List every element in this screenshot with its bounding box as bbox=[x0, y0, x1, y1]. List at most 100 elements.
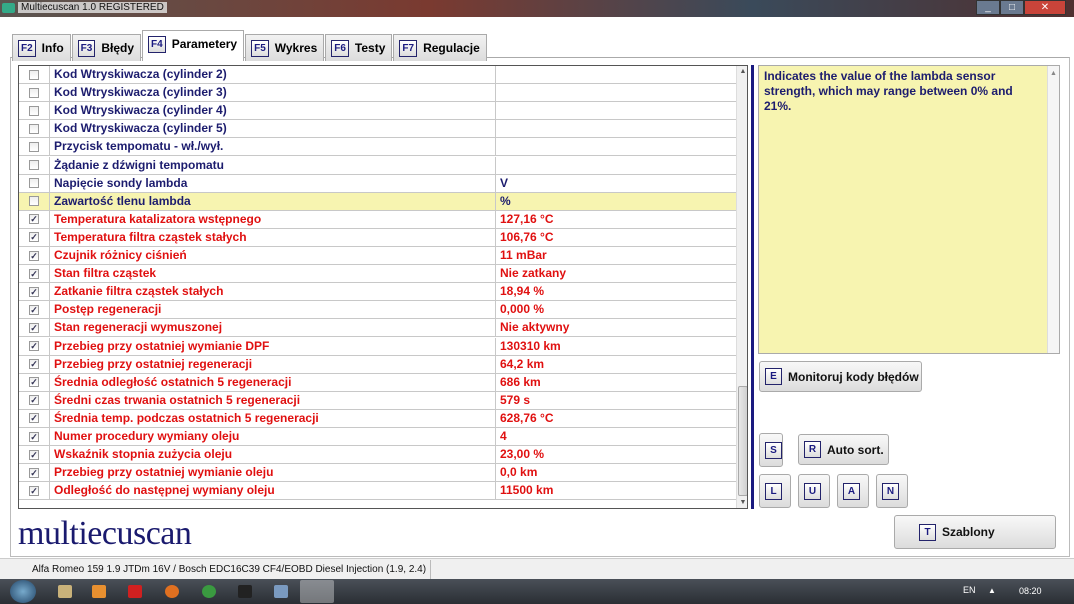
chrome-icon[interactable] bbox=[202, 585, 216, 598]
parameter-value: % bbox=[500, 193, 511, 208]
row-checkbox[interactable]: ✓ bbox=[19, 337, 50, 355]
description-scrollbar[interactable]: ▲ bbox=[1047, 66, 1059, 353]
row-checkbox[interactable]: ✓ bbox=[19, 265, 50, 283]
table-row[interactable]: Zawartość tlenu lambda % bbox=[19, 192, 736, 211]
row-checkbox[interactable] bbox=[19, 156, 50, 174]
templates-button[interactable]: T Szablony bbox=[894, 515, 1056, 549]
tab-label: Regulacje bbox=[423, 41, 480, 55]
table-scrollbar[interactable]: ▲ ▼ bbox=[736, 66, 747, 508]
row-checkbox[interactable]: ✓ bbox=[19, 373, 50, 391]
table-row[interactable]: ✓ Przebieg przy ostatniej wymianie DPF 1… bbox=[19, 337, 736, 356]
table-row[interactable]: ✓ Temperatura filtra cząstek stałych 106… bbox=[19, 228, 736, 247]
parameter-value bbox=[496, 84, 736, 101]
table-row[interactable]: Żądanie z dźwigni tempomatu bbox=[19, 156, 736, 175]
row-checkbox[interactable] bbox=[19, 102, 50, 120]
key-hint: A bbox=[843, 482, 860, 500]
row-checkbox[interactable]: ✓ bbox=[19, 464, 50, 482]
table-row[interactable]: ✓ Numer procedury wymiany oleju 4 bbox=[19, 428, 736, 447]
row-checkbox[interactable]: ✓ bbox=[19, 283, 50, 301]
clock[interactable]: 08:20 bbox=[1019, 586, 1042, 596]
parameter-name: Temperatura katalizatora wstępnego bbox=[50, 210, 496, 228]
scroll-down-icon[interactable]: ▼ bbox=[737, 499, 747, 506]
row-checkbox[interactable]: ✓ bbox=[19, 247, 50, 265]
auto-sort-button[interactable]: R Auto sort. bbox=[798, 434, 889, 465]
table-row[interactable]: ✓ Średnia temp. podczas ostatnich 5 rege… bbox=[19, 409, 736, 428]
parameter-name: Przebieg przy ostatniej regeneracji bbox=[50, 355, 496, 373]
parameter-value: 11 mBar bbox=[500, 248, 547, 262]
tab-label: Testy bbox=[354, 41, 386, 55]
s-button[interactable]: S bbox=[759, 433, 783, 467]
table-row[interactable]: Kod Wtryskiwacza (cylinder 3) bbox=[19, 84, 736, 103]
app-icon-2[interactable] bbox=[274, 585, 288, 598]
tab-testy[interactable]: F6 Testy bbox=[325, 34, 393, 61]
parameter-value: 4 bbox=[500, 429, 507, 443]
row-checkbox[interactable] bbox=[19, 84, 50, 102]
table-row[interactable]: ✓ Postęp regeneracji 0,000 % bbox=[19, 301, 736, 320]
parameter-name: Przebieg przy ostatniej wymianie DPF bbox=[50, 337, 496, 355]
row-checkbox[interactable] bbox=[19, 120, 50, 138]
table-row[interactable]: ✓ Średnia odległość ostatnich 5 regenera… bbox=[19, 373, 736, 392]
parameter-name: Średni czas trwania ostatnich 5 regenera… bbox=[50, 391, 496, 409]
row-checkbox[interactable]: ✓ bbox=[19, 210, 50, 228]
table-row[interactable]: Przycisk tempomatu - wł./wył. bbox=[19, 138, 736, 157]
maximize-button[interactable]: □ bbox=[1000, 0, 1024, 15]
explorer-icon[interactable] bbox=[58, 585, 72, 598]
table-row[interactable]: ✓ Temperatura katalizatora wstępnego 127… bbox=[19, 210, 736, 229]
table-row[interactable]: ✓ Przebieg przy ostatniej wymianie oleju… bbox=[19, 464, 736, 483]
table-row[interactable]: ✓ Zatkanie filtra cząstek stałych 18,94 … bbox=[19, 283, 736, 302]
scroll-up-icon[interactable]: ▲ bbox=[737, 68, 747, 75]
table-row[interactable]: Napięcie sondy lambda V bbox=[19, 174, 736, 193]
title-bar: Multiecuscan 1.0 REGISTERED _ □ ✕ bbox=[0, 0, 1074, 17]
scroll-thumb[interactable] bbox=[738, 386, 747, 496]
row-checkbox[interactable]: ✓ bbox=[19, 428, 50, 446]
row-checkbox[interactable]: ✓ bbox=[19, 228, 50, 246]
table-row[interactable]: Kod Wtryskiwacza (cylinder 4) bbox=[19, 102, 736, 121]
multiecuscan-taskbar-button[interactable] bbox=[300, 580, 334, 603]
table-row[interactable]: ✓ Czujnik różnicy ciśnień 11 mBar bbox=[19, 247, 736, 266]
tray-expand-icon[interactable]: ▲ bbox=[988, 586, 996, 595]
row-checkbox[interactable]: ✓ bbox=[19, 319, 50, 337]
row-checkbox[interactable]: ✓ bbox=[19, 391, 50, 409]
row-checkbox[interactable]: ✓ bbox=[19, 482, 50, 500]
row-checkbox[interactable] bbox=[19, 66, 50, 84]
parameter-name: Średnia odległość ostatnich 5 regeneracj… bbox=[50, 373, 496, 391]
table-row[interactable]: ✓ Odległość do następnej wymiany oleju 1… bbox=[19, 482, 736, 501]
table-row[interactable]: Kod Wtryskiwacza (cylinder 2) bbox=[19, 66, 736, 85]
row-checkbox[interactable] bbox=[19, 174, 50, 192]
row-checkbox[interactable]: ✓ bbox=[19, 301, 50, 319]
l-button[interactable]: L bbox=[759, 474, 791, 508]
start-button[interactable] bbox=[10, 580, 36, 603]
row-checkbox[interactable]: ✓ bbox=[19, 355, 50, 373]
row-checkbox[interactable] bbox=[19, 192, 50, 210]
app-icon[interactable] bbox=[128, 585, 142, 598]
cursor-tool-icon[interactable] bbox=[238, 585, 252, 598]
close-button[interactable]: ✕ bbox=[1024, 0, 1066, 15]
row-checkbox[interactable]: ✓ bbox=[19, 409, 50, 427]
minimize-button[interactable]: _ bbox=[976, 0, 1000, 15]
monitor-error-codes-button[interactable]: E Monitoruj kody błędów bbox=[759, 361, 922, 392]
splitter[interactable] bbox=[751, 65, 754, 509]
table-row[interactable]: ✓ Przebieg przy ostatniej regeneracji 64… bbox=[19, 355, 736, 374]
tab-parametery[interactable]: F4 Parametery bbox=[142, 30, 245, 61]
language-indicator[interactable]: EN bbox=[963, 585, 976, 595]
n-button[interactable]: N bbox=[876, 474, 908, 508]
table-row[interactable]: ✓ Wskaźnik stopnia zużycia oleju 23,00 % bbox=[19, 446, 736, 465]
firefox-icon[interactable] bbox=[165, 585, 179, 598]
tab-błędy[interactable]: F3 Błędy bbox=[71, 34, 142, 61]
tab-regulacje[interactable]: F7 Regulacje bbox=[393, 34, 487, 61]
vehicle-ecu-status: Alfa Romeo 159 1.9 JTDm 16V / Bosch EDC1… bbox=[28, 560, 432, 579]
table-row[interactable]: ✓ Stan filtra cząstek Nie zatkany bbox=[19, 265, 736, 284]
table-row[interactable]: ✓ Średni czas trwania ostatnich 5 regene… bbox=[19, 391, 736, 410]
table-row[interactable]: ✓ Stan regeneracji wymuszonej Nie aktywn… bbox=[19, 319, 736, 338]
key-hint: S bbox=[765, 441, 782, 459]
media-player-icon[interactable] bbox=[92, 585, 106, 598]
u-button[interactable]: U bbox=[798, 474, 830, 508]
tab-wykres[interactable]: F5 Wykres bbox=[245, 34, 325, 61]
row-checkbox[interactable]: ✓ bbox=[19, 446, 50, 464]
a-button[interactable]: A bbox=[837, 474, 869, 508]
parameter-value: 686 km bbox=[500, 374, 541, 389]
table-row[interactable]: Kod Wtryskiwacza (cylinder 5) bbox=[19, 120, 736, 139]
tab-info[interactable]: F2 Info bbox=[12, 34, 71, 61]
row-checkbox[interactable] bbox=[19, 138, 50, 156]
parameter-value: Nie zatkany bbox=[500, 266, 567, 281]
